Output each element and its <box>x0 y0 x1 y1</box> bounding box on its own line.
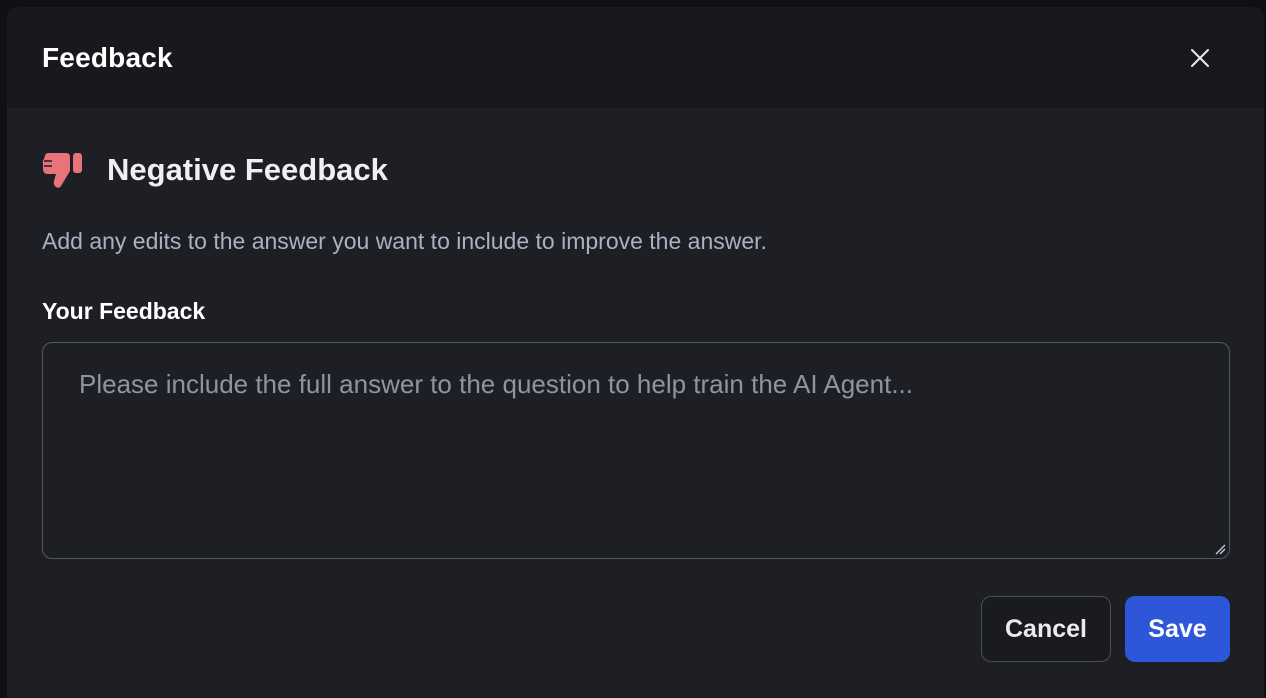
feedback-dialog: Feedback Negative Feedback Add any edits… <box>7 7 1264 698</box>
save-button[interactable]: Save <box>1125 596 1230 662</box>
feedback-textarea[interactable] <box>43 343 1229 558</box>
feedback-field-label: Your Feedback <box>42 298 206 324</box>
dialog-header: Feedback <box>7 7 1264 108</box>
dialog-title: Feedback <box>42 42 173 73</box>
section-heading: Negative Feedback <box>42 150 388 190</box>
feedback-textarea-container <box>42 342 1230 559</box>
thumbs-down-icon <box>42 150 86 190</box>
close-icon <box>1191 49 1209 67</box>
cancel-button[interactable]: Cancel <box>981 596 1111 662</box>
section-title: Negative Feedback <box>107 152 388 187</box>
close-button[interactable] <box>1185 43 1215 73</box>
section-description: Add any edits to the answer you want to … <box>42 228 767 254</box>
resize-handle-icon[interactable] <box>1214 543 1226 555</box>
